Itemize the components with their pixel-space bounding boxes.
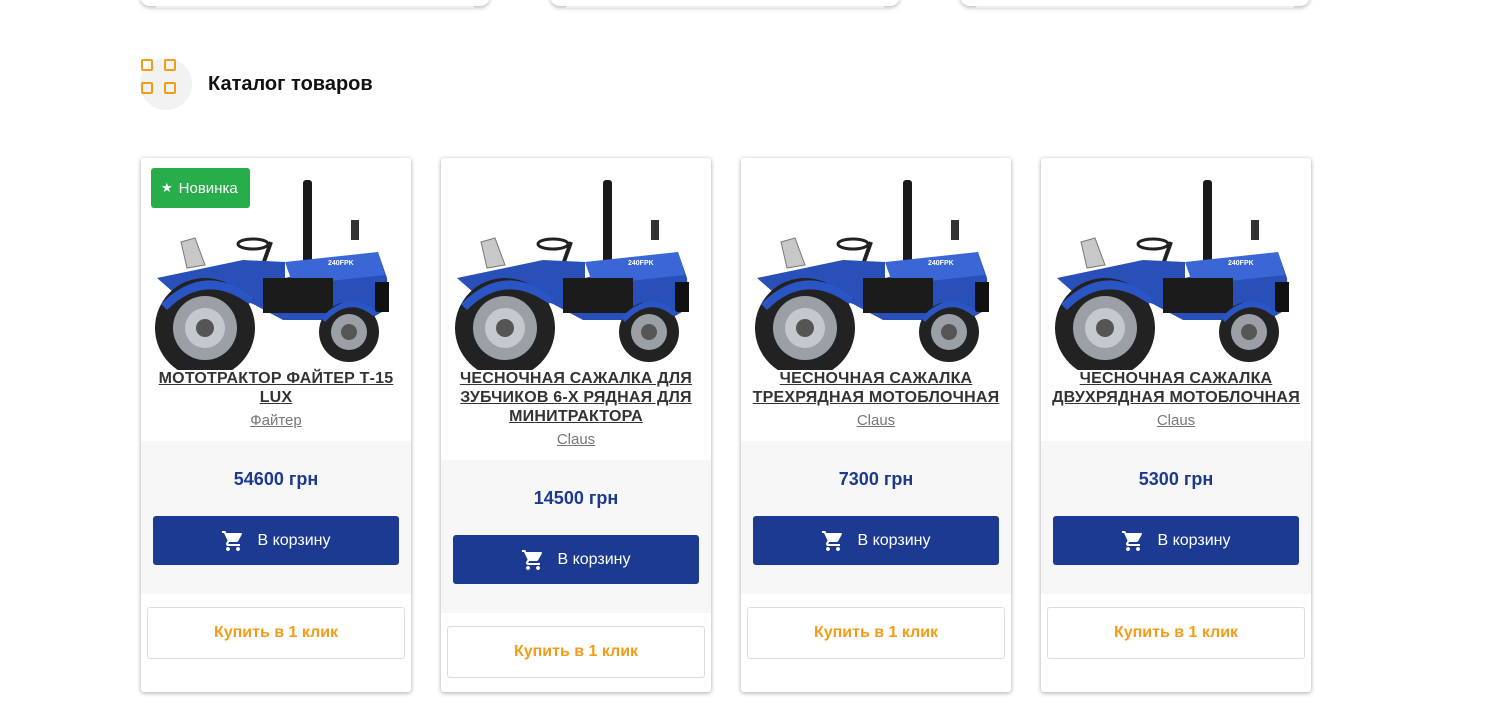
product-price: 7300 грн bbox=[838, 469, 914, 489]
cart-button-label: В корзину bbox=[557, 550, 631, 568]
product-card[interactable]: ЧЕСНОЧНАЯ САЖАЛКА ДЛЯ ЗУБЧИКОВ 6-Х РЯДНА… bbox=[441, 158, 711, 692]
add-to-cart-button[interactable]: В корзину bbox=[153, 516, 399, 565]
product-title-link[interactable]: МОТОТРАКТОР ФАЙТЕР Т-15 LUX bbox=[151, 369, 401, 407]
product-price: 54600 грн bbox=[233, 469, 319, 489]
price-box: 54600 грн В корзину bbox=[141, 441, 411, 594]
add-to-cart-button[interactable]: В корзину bbox=[753, 516, 999, 565]
add-to-cart-button[interactable]: В корзину bbox=[1053, 516, 1299, 565]
price-box: 5300 грн В корзину bbox=[1041, 441, 1311, 594]
product-brand-link[interactable]: Claus bbox=[1041, 412, 1311, 429]
product-brand-link[interactable]: Файтер bbox=[141, 412, 411, 429]
product-image[interactable] bbox=[153, 180, 399, 370]
product-image[interactable] bbox=[1053, 180, 1299, 370]
product-image[interactable] bbox=[453, 180, 699, 370]
cart-icon bbox=[522, 549, 543, 570]
cart-icon bbox=[1122, 530, 1143, 551]
cart-button-label: В корзину bbox=[257, 531, 331, 549]
add-to-cart-button[interactable]: В корзину bbox=[453, 535, 699, 584]
grid-icon bbox=[140, 58, 192, 110]
product-price: 5300 грн bbox=[1138, 469, 1214, 489]
buy-one-click-button[interactable]: Купить в 1 клик bbox=[147, 607, 405, 659]
buy-one-click-button[interactable]: Купить в 1 клик bbox=[747, 607, 1005, 659]
product-card[interactable]: ЧЕСНОЧНАЯ САЖАЛКА ДВУХРЯДНАЯ МОТОБЛОЧНАЯ… bbox=[1041, 158, 1311, 692]
previous-card-bottom-2 bbox=[550, 0, 900, 8]
cart-icon bbox=[222, 530, 243, 551]
product-brand-link[interactable]: Claus bbox=[441, 431, 711, 448]
cart-icon bbox=[822, 530, 843, 551]
previous-card-bottom-3 bbox=[960, 0, 1310, 8]
buy-one-click-button[interactable]: Купить в 1 клик bbox=[447, 626, 705, 678]
product-price: 14500 грн bbox=[533, 488, 619, 508]
product-title-link[interactable]: ЧЕСНОЧНАЯ САЖАЛКА ТРЕХРЯДНАЯ МОТОБЛОЧНАЯ bbox=[751, 369, 1001, 407]
badge-label: Новинка bbox=[178, 179, 238, 197]
product-card[interactable]: ★ Новинка МОТОТРАКТОР ФАЙТЕР Т-15 LUX Фа… bbox=[141, 158, 411, 692]
star-icon: ★ bbox=[161, 180, 173, 195]
catalog-heading: Каталог товаров bbox=[140, 58, 373, 110]
buy-one-click-button[interactable]: Купить в 1 клик bbox=[1047, 607, 1305, 659]
product-brand-link[interactable]: Claus bbox=[741, 412, 1011, 429]
price-box: 14500 грн В корзину bbox=[441, 460, 711, 613]
cart-button-label: В корзину bbox=[857, 531, 931, 549]
cart-button-label: В корзину bbox=[1157, 531, 1231, 549]
product-card[interactable]: ЧЕСНОЧНАЯ САЖАЛКА ТРЕХРЯДНАЯ МОТОБЛОЧНАЯ… bbox=[741, 158, 1011, 692]
product-title-link[interactable]: ЧЕСНОЧНАЯ САЖАЛКА ДЛЯ ЗУБЧИКОВ 6-Х РЯДНА… bbox=[451, 369, 701, 426]
product-image[interactable] bbox=[753, 180, 999, 370]
new-badge: ★ Новинка bbox=[151, 168, 250, 208]
price-box: 7300 грн В корзину bbox=[741, 441, 1011, 594]
catalog-title: Каталог товаров bbox=[208, 72, 373, 95]
product-title-link[interactable]: ЧЕСНОЧНАЯ САЖАЛКА ДВУХРЯДНАЯ МОТОБЛОЧНАЯ bbox=[1051, 369, 1301, 407]
previous-card-bottom-1 bbox=[140, 0, 490, 8]
